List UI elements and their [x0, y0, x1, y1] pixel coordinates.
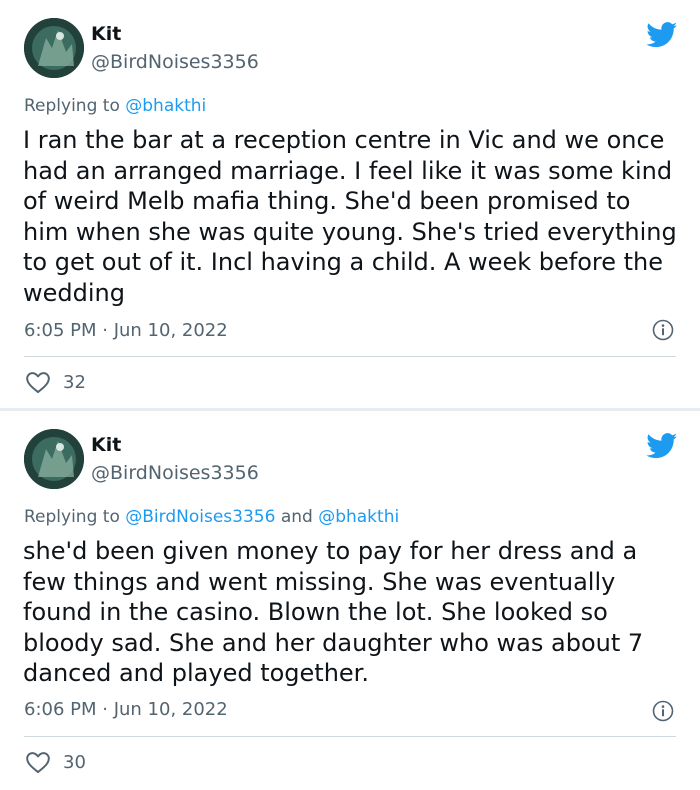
info-icon[interactable] [652, 700, 674, 722]
mention-link[interactable]: @bhakthi [318, 507, 399, 527]
author-name[interactable]: Kit [91, 22, 121, 46]
replying-to-label: Replying to [24, 507, 120, 527]
tweet-card[interactable]: Kit @BirdNoises3356 Replying to @BirdNoi… [0, 411, 700, 790]
avatar[interactable] [24, 18, 84, 78]
replying-to-joiner: and [280, 507, 313, 527]
replying-to: Replying to @BirdNoises3356 and @bhakthi [24, 506, 399, 528]
avatar[interactable] [24, 429, 84, 489]
like-count: 32 [63, 371, 86, 393]
twitter-bird-icon[interactable] [646, 433, 678, 459]
tweet-timestamp[interactable]: 6:05 PM · Jun 10, 2022 [24, 320, 228, 342]
tweet-timestamp[interactable]: 6:06 PM · Jun 10, 2022 [24, 699, 228, 721]
info-icon[interactable] [652, 319, 674, 341]
divider [24, 356, 676, 357]
mention-link[interactable]: @bhakthi [125, 96, 206, 116]
author-handle[interactable]: @BirdNoises3356 [91, 50, 259, 74]
author-handle[interactable]: @BirdNoises3356 [91, 461, 259, 485]
like-count: 30 [63, 751, 86, 773]
twitter-bird-icon[interactable] [646, 22, 678, 48]
tweet-card[interactable]: Kit @BirdNoises3356 Replying to @bhakthi… [0, 0, 700, 408]
mention-link[interactable]: @BirdNoises3356 [125, 507, 275, 527]
like-button[interactable]: 30 [25, 750, 86, 774]
tweet-text: I ran the bar at a reception centre in V… [23, 126, 677, 307]
replying-to: Replying to @bhakthi [24, 95, 206, 117]
author-name[interactable]: Kit [91, 433, 121, 457]
like-button[interactable]: 32 [25, 370, 86, 394]
replying-to-label: Replying to [24, 96, 120, 116]
tweet-text: she'd been given money to pay for her dr… [23, 537, 644, 687]
heart-icon [26, 372, 50, 394]
heart-icon [26, 752, 50, 774]
divider [24, 736, 676, 737]
